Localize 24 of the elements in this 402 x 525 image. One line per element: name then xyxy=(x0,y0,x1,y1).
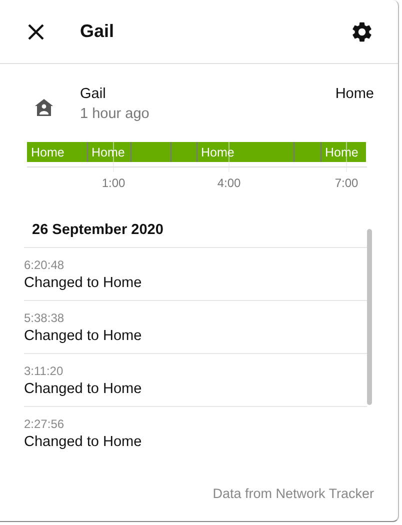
dialog-title: Gail xyxy=(80,21,116,42)
entry-message: Changed to Home xyxy=(24,328,143,344)
entry-message: Changed to Home xyxy=(24,275,143,291)
segment-label: Home xyxy=(31,146,64,160)
segment-label: Home xyxy=(201,146,234,160)
segment-label: Home xyxy=(92,146,125,160)
settings-button[interactable] xyxy=(350,20,374,44)
entity-name: Gail xyxy=(80,86,107,102)
attribution-text: Data from Network Tracker xyxy=(212,486,375,503)
entry-time: 3:11:20 xyxy=(24,364,64,378)
axis-label: 7:00 xyxy=(334,176,358,190)
entry-message: Changed to Home xyxy=(24,434,143,450)
segment-label: Home xyxy=(325,146,358,160)
entry-time: 2:27:56 xyxy=(24,417,66,431)
axis-label: 1:00 xyxy=(102,176,126,190)
scrollbar[interactable] xyxy=(367,229,372,405)
date-heading: 26 September 2020 xyxy=(24,212,367,248)
entry-time: 6:20:48 xyxy=(24,258,66,272)
axis-label: 4:00 xyxy=(217,176,241,190)
entry-message: Changed to Home xyxy=(24,381,143,397)
entry-time: 5:38:38 xyxy=(24,311,66,325)
entity-state: Home xyxy=(335,86,374,102)
settings-icon xyxy=(350,20,374,44)
last-changed-text: 1 hour ago xyxy=(80,106,150,122)
